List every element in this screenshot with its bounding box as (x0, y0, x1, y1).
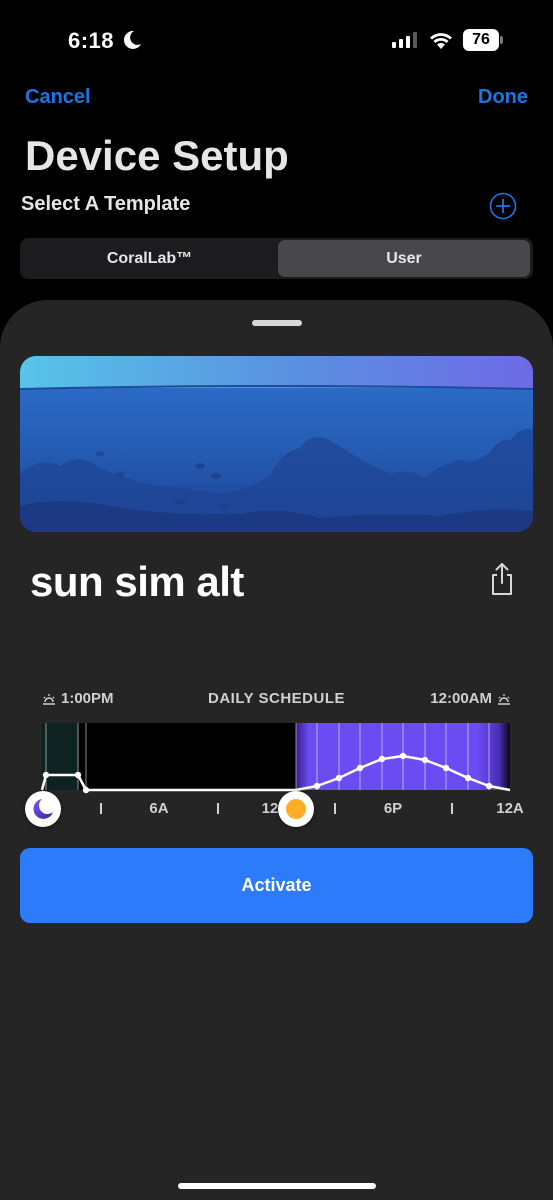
segment-coralab[interactable]: CoralLab™ (22, 240, 277, 277)
moonlight-handle[interactable] (25, 791, 61, 827)
page-title: Device Setup (25, 132, 289, 179)
cellular-signal-icon (392, 32, 417, 48)
tick-label-6a: 6A (149, 800, 169, 817)
status-bar: 6:18 76 (0, 0, 553, 84)
tick-label-12: 12 (261, 800, 279, 817)
segment-user[interactable]: User (278, 240, 530, 277)
tick-mark (217, 803, 219, 814)
battery-level: 76 (463, 29, 499, 51)
sunlight-handle[interactable] (278, 791, 314, 827)
cancel-button[interactable]: Cancel (25, 86, 91, 109)
done-button[interactable]: Done (478, 86, 528, 109)
schedule-end-time: 12:00AM (430, 690, 492, 707)
add-template-icon[interactable] (489, 192, 517, 220)
template-source-segmented-control: CoralLab™ User (20, 238, 533, 279)
share-icon[interactable] (488, 561, 516, 597)
schedule-end: 12:00AM (430, 690, 511, 707)
tick-mark (100, 803, 102, 814)
tick-label-12a: 12A (496, 800, 524, 817)
status-time: 6:18 (68, 28, 115, 53)
battery-icon: 76 (463, 29, 503, 51)
moon-icon (33, 799, 53, 819)
section-label: Select A Template (21, 193, 191, 215)
tick-mark (334, 803, 336, 814)
tick-label-6p: 6P (383, 800, 403, 817)
home-indicator (178, 1183, 376, 1189)
template-detail-sheet: sun sim alt 1:00PM DAILY SCHEDULE 12:00A… (0, 300, 553, 1200)
template-hero-image (20, 356, 533, 532)
sheet-grabber[interactable] (252, 320, 302, 326)
moon-icon (123, 30, 141, 49)
sun-icon (286, 799, 306, 819)
template-name: sun sim alt (30, 558, 244, 605)
activate-button[interactable]: Activate (20, 848, 533, 923)
sunset-icon (498, 693, 510, 705)
tick-mark (451, 803, 453, 814)
wifi-icon (430, 33, 452, 49)
